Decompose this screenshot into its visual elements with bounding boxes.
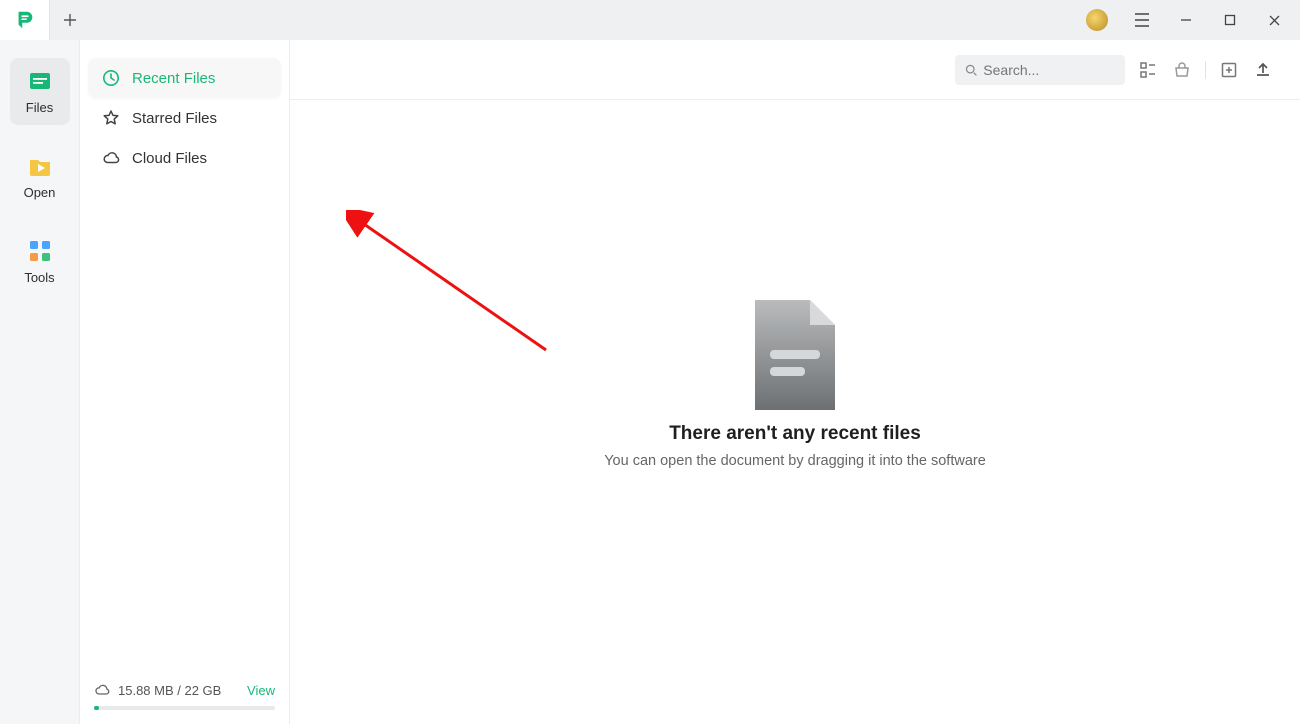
nav-label: Files [26, 100, 53, 115]
files-sidebar: Recent Files Starred Files Cloud Files 1… [80, 40, 290, 724]
open-folder-icon [27, 153, 53, 179]
empty-state: There aren't any recent files You can op… [290, 70, 1300, 694]
hamburger-menu-button[interactable] [1122, 2, 1162, 38]
sidebar-item-label: Recent Files [132, 70, 215, 87]
app-logo-icon [14, 9, 36, 31]
nav-label: Tools [24, 270, 54, 285]
maximize-icon [1224, 14, 1236, 26]
left-nav: Files Open Tools [0, 40, 80, 724]
empty-file-icon [745, 295, 845, 415]
plus-icon [63, 13, 77, 27]
cloud-icon [102, 149, 120, 167]
nav-label: Open [24, 185, 56, 200]
maximize-button[interactable] [1210, 2, 1250, 38]
storage-progress-bar [94, 706, 275, 710]
nav-item-files[interactable]: Files [10, 58, 70, 125]
user-avatar[interactable] [1086, 9, 1108, 31]
tools-grid-icon [27, 238, 53, 264]
storage-indicator: 15.88 MB / 22 GB View [88, 674, 281, 724]
sidebar-item-label: Cloud Files [132, 150, 207, 167]
sidebar-item-starred-files[interactable]: Starred Files [88, 98, 281, 138]
cloud-icon [94, 682, 110, 698]
titlebar [0, 0, 1300, 40]
sidebar-item-label: Starred Files [132, 110, 217, 127]
star-icon [102, 109, 120, 127]
storage-text: 15.88 MB / 22 GB [118, 683, 221, 698]
sidebar-item-cloud-files[interactable]: Cloud Files [88, 138, 281, 178]
minimize-icon [1179, 13, 1193, 27]
empty-subtitle: You can open the document by dragging it… [604, 453, 986, 469]
app-logo-tab[interactable] [0, 0, 50, 40]
minimize-button[interactable] [1166, 2, 1206, 38]
content-area: There aren't any recent files You can op… [290, 40, 1300, 724]
close-icon [1268, 14, 1281, 27]
close-button[interactable] [1254, 2, 1294, 38]
storage-view-link[interactable]: View [247, 683, 275, 698]
empty-title: There aren't any recent files [669, 423, 921, 445]
clock-icon [102, 69, 120, 87]
nav-item-tools[interactable]: Tools [10, 228, 70, 295]
sidebar-item-recent-files[interactable]: Recent Files [88, 58, 281, 98]
nav-item-open[interactable]: Open [10, 143, 70, 210]
files-icon [27, 68, 53, 94]
new-tab-button[interactable] [50, 0, 90, 40]
hamburger-icon [1134, 13, 1150, 27]
